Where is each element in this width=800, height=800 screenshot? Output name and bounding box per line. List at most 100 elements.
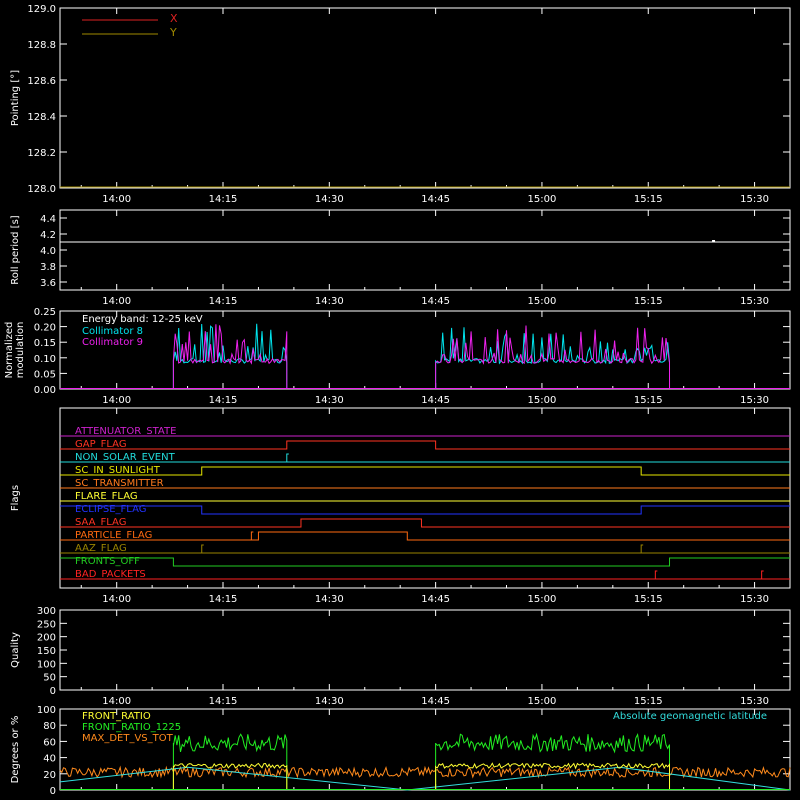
energy-band-label: Energy band: 12-25 keV [82,314,203,325]
legend-label-x: X [170,12,178,25]
y-tick-label: 4.0 [40,246,56,257]
flag-trace [60,505,790,515]
panel-frame [59,209,791,291]
x-tick-label: 14:00 [102,194,131,205]
y-tick-label: 60 [43,737,56,748]
flag-trace [60,544,790,554]
y-tick-label: 250 [37,619,56,630]
panel-6: 0 20 40 60 80 100 Degrees or % FRONT_RATIOFRONT… [10,705,791,797]
y-tick-label: 0 [50,686,56,697]
x-tick-label: 14:15 [209,395,238,406]
y-tick-label: 0.00 [34,385,56,396]
flag-label: BAD_PACKETS [75,569,146,580]
legend-label-latitude: Absolute geomagnetic latitude [613,711,767,722]
y-tick-label: 129.0 [27,4,56,15]
x-tick-label: 14:45 [421,296,450,307]
flag-label: PARTICLE_FLAG [75,530,152,541]
y-tick-label: 150 [37,646,56,657]
y-tick-label: 300 [37,606,56,617]
y-tick-label: 128.4 [27,112,56,123]
x-tick-label: 15:00 [528,296,557,307]
y-tick-label: 128.8 [27,40,56,51]
x-tick-label: 15:15 [634,194,663,205]
x-tick-label: 14:45 [421,696,450,707]
x-tick-label: 15:00 [528,594,557,605]
y-tick-label: 4.4 [40,214,56,225]
y-tick-label: 0.20 [34,323,56,334]
x-tick-label: 14:45 [421,395,450,406]
x-tick-label: 15:00 [528,696,557,707]
y-tick-label: 0 [50,786,56,797]
y-tick-label: 200 [37,633,56,644]
y-tick-label: 0.10 [34,354,56,365]
x-tick-label: 14:15 [209,696,238,707]
panel-1: 14:00 14:15 14:30 14:45 15:00 15:15 15:30 128.0… [10,4,791,205]
summary-plot: 14:00 14:15 14:30 14:45 15:00 15:15 15:30 128.0… [4,4,791,797]
panel-2: 14:00 14:15 14:30 14:45 15:00 15:15 15:30 3.6 3.… [10,209,791,307]
y-axis-label: Flags [10,485,21,511]
y-tick-label: 0.25 [34,307,56,318]
x-tick-label: 15:15 [634,696,663,707]
y-axis-label: Pointing [°] [10,70,21,126]
modulation-trace [172,324,288,390]
x-tick-label: 14:15 [209,296,238,307]
x-tick-label: 14:00 [102,395,131,406]
panel-3: 14:00 14:15 14:30 14:45 15:00 15:15 15:30 0.00 0… [4,307,791,406]
roll-period-point [712,240,716,242]
flag-label: ECLIPSE_FLAG [75,504,146,515]
y-tick-label: 100 [37,659,56,670]
x-tick-label: 15:30 [740,296,769,307]
x-tick-label: 15:00 [528,395,557,406]
flag-trace [60,531,790,541]
x-tick-label: 14:45 [421,594,450,605]
flag-label: ATTENUATOR_STATE [75,426,176,437]
y-tick-label: 40 [43,754,56,765]
x-tick-label: 14:15 [209,594,238,605]
y-tick-label: 50 [43,673,56,684]
front-ratio-trace [435,762,671,791]
y-axis-label: Quality [10,632,21,668]
x-tick-label: 15:30 [740,194,769,205]
flag-label: FRONTS_OFF [75,556,140,567]
legend-label-ratio: MAX_DET_VS_TOT [82,733,174,744]
flag-trace [60,557,790,567]
x-tick-label: 14:30 [315,696,344,707]
panel-5: 14:00 14:15 14:30 14:45 15:00 15:15 15:30 0 50 10… [10,606,791,707]
y-tick-label: 4.2 [40,230,56,241]
legend-label-collimator: Collimator 8 [82,326,143,337]
flag-label: SC_TRANSMITTER [75,478,164,489]
y-tick-label: 20 [43,770,56,781]
flag-trace [60,518,790,528]
y-axis-label: modulation [15,322,26,379]
y-axis-label: Roll period [s] [10,215,21,284]
flag-trace [60,570,790,580]
legend-label-collimator: Collimator 9 [82,337,143,348]
panel-frame [59,609,791,691]
x-tick-label: 14:30 [315,296,344,307]
y-tick-label: 128.2 [27,148,56,159]
legend-label-ratio: FRONT_RATIO [82,711,151,722]
legend-label-y: Y [169,26,177,39]
flag-label: SAA_FLAG [75,517,126,528]
y-tick-label: 0.05 [34,369,56,380]
x-tick-label: 15:30 [740,395,769,406]
x-tick-label: 15:15 [634,395,663,406]
flag-label: SC_IN_SUNLIGHT [75,465,161,476]
flag-label: FLARE_FLAG [75,491,138,502]
y-tick-label: 128.6 [27,76,56,87]
x-tick-label: 15:00 [528,194,557,205]
front-ratio-trace [435,732,671,791]
legend-label-ratio: FRONT_RATIO_1225 [82,722,181,733]
flag-trace [60,466,790,476]
x-tick-label: 14:45 [421,194,450,205]
y-tick-label: 100 [37,705,56,716]
x-tick-label: 14:00 [102,696,131,707]
front-ratio-trace [172,733,288,791]
flag-label: GAP_FLAG [75,439,127,450]
x-tick-label: 14:00 [102,594,131,605]
x-tick-label: 15:15 [634,296,663,307]
y-tick-label: 0.15 [34,338,56,349]
x-tick-label: 15:30 [740,594,769,605]
x-tick-label: 14:30 [315,395,344,406]
x-tick-label: 14:30 [315,594,344,605]
